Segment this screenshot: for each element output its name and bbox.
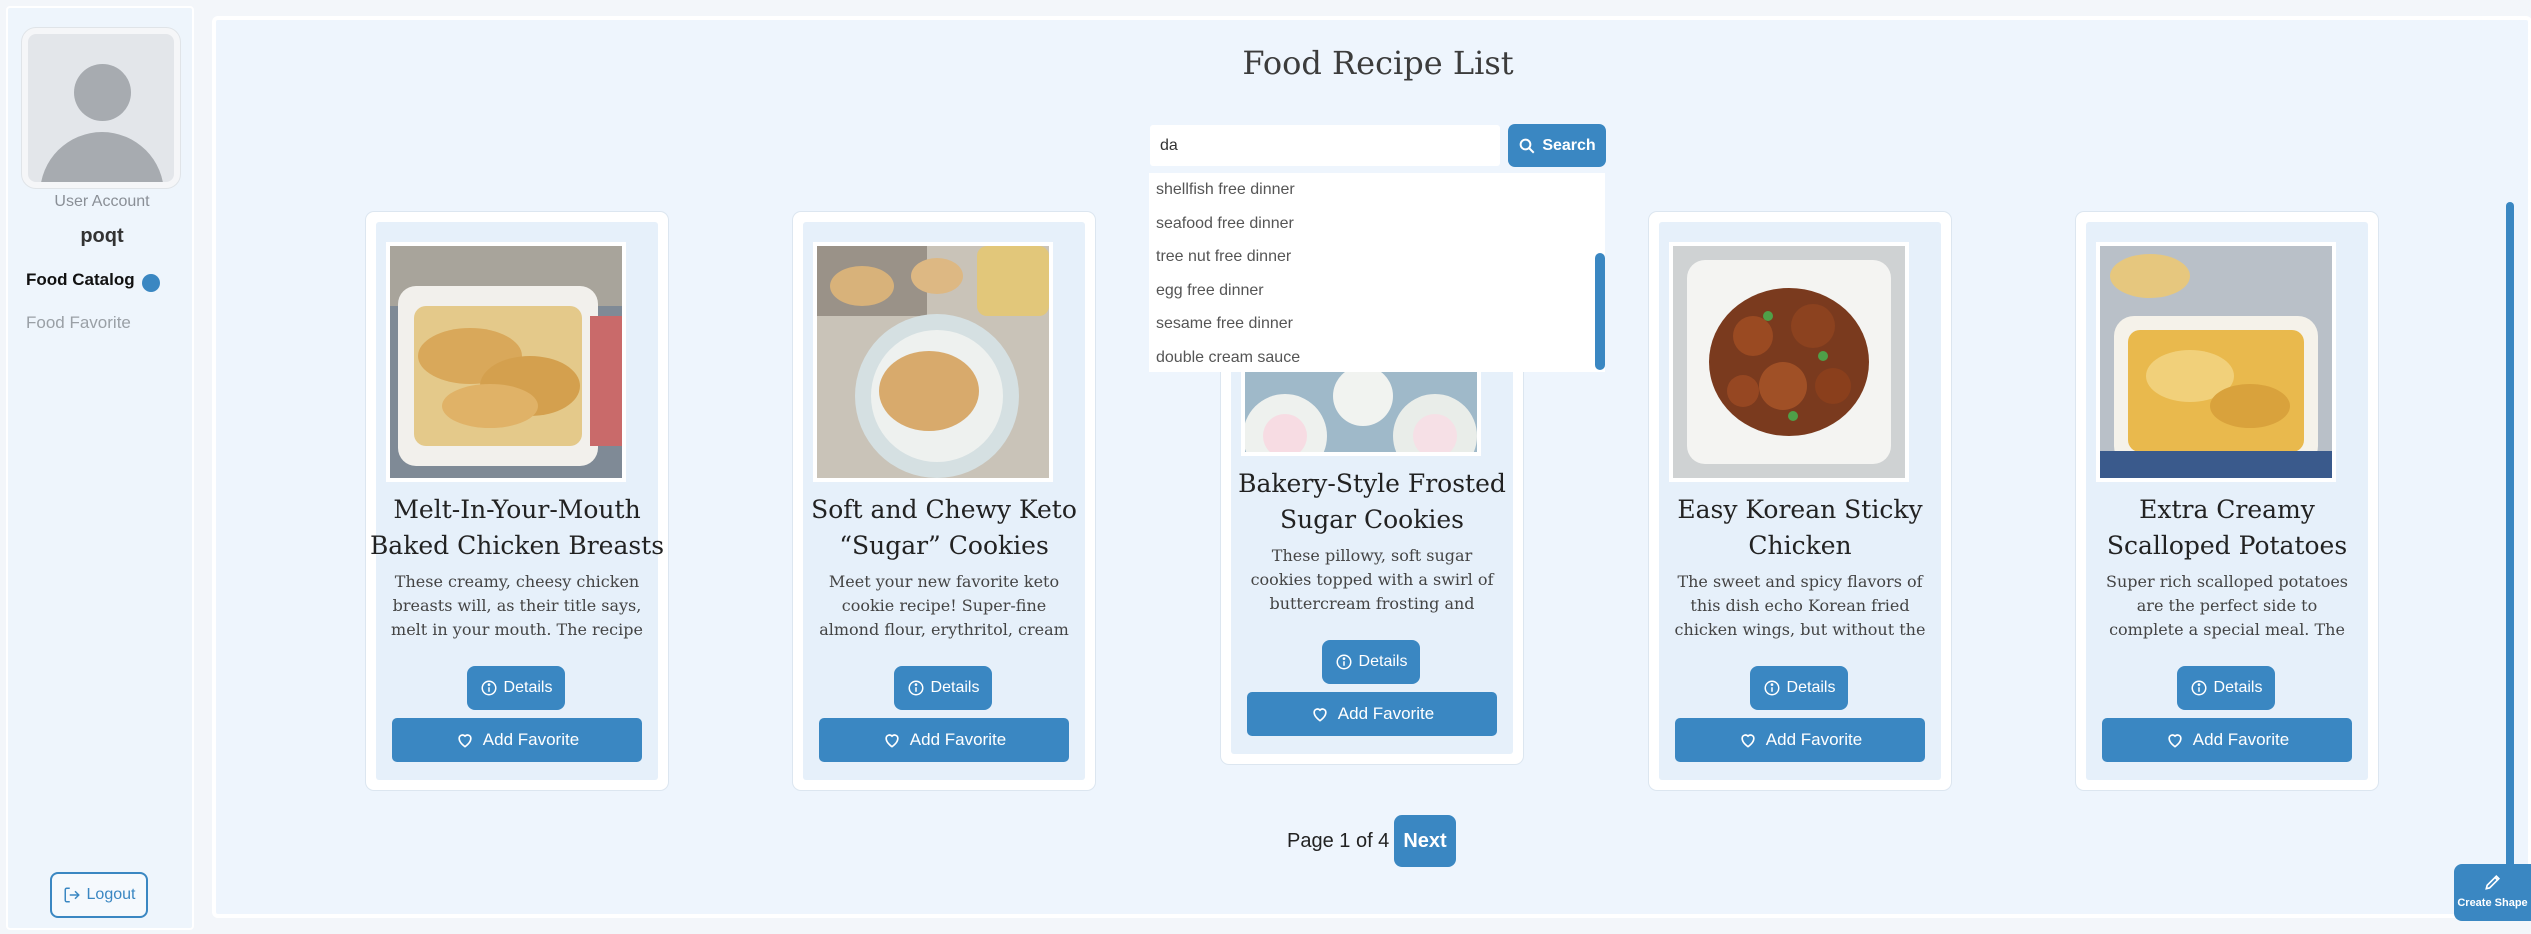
heart-icon [882, 730, 902, 750]
recipe-description: Meet your new favorite keto cookie recip… [819, 572, 1069, 639]
create-shape-button[interactable]: Create Shape [2454, 864, 2531, 921]
recipe-image [386, 242, 626, 482]
recipe-image [1669, 242, 1909, 482]
recipe-title: Extra Creamy Scalloped Potatoes [2106, 495, 2348, 560]
add-favorite-button[interactable]: Add Favorite [1247, 692, 1497, 736]
heart-icon [455, 730, 475, 750]
add-favorite-label: Add Favorite [1765, 730, 1863, 749]
account-label: User Account [54, 193, 150, 210]
username: poqt [80, 225, 124, 247]
info-icon [480, 679, 498, 697]
active-indicator-dot [142, 274, 160, 292]
user-avatar-icon [22, 28, 180, 188]
suggestion-item[interactable]: seafood free dinner [1149, 207, 1605, 241]
details-button[interactable]: Details [467, 666, 565, 710]
details-button[interactable]: Details [1322, 640, 1420, 684]
info-icon [1335, 653, 1353, 671]
recipe-title: Melt-In-Your-Mouth Baked Chicken Breasts [369, 495, 665, 560]
recipe-card: Extra Creamy Scalloped Potatoes Super ri… [2076, 212, 2378, 790]
search-button[interactable]: Search [1508, 124, 1606, 167]
logout-label: Logout [86, 886, 136, 903]
recipe-card: Melt-In-Your-Mouth Baked Chicken Breasts… [366, 212, 668, 790]
add-favorite-label: Add Favorite [1337, 704, 1435, 723]
add-favorite-button[interactable]: Add Favorite [392, 718, 642, 762]
heart-icon [2165, 730, 2185, 750]
sidebar-item-food-favorite[interactable]: Food Favorite [26, 313, 131, 333]
pagination-info: Page 1 of 4 [1287, 830, 1390, 852]
add-favorite-label: Add Favorite [2192, 730, 2290, 749]
add-favorite-button[interactable]: Add Favorite [2102, 718, 2352, 762]
recipe-image [813, 242, 1053, 482]
details-button[interactable]: Details [894, 666, 992, 710]
recipe-card: Easy Korean Sticky Chicken The sweet and… [1649, 212, 1951, 790]
heart-icon [1738, 730, 1758, 750]
details-label: Details [503, 679, 553, 696]
search-icon [1518, 137, 1536, 155]
create-shape-label: Create Shape [2457, 897, 2528, 909]
add-favorite-label: Add Favorite [482, 730, 580, 749]
recipe-title: Soft and Chewy Keto “Sugar” Cookies [811, 495, 1077, 560]
suggestion-item[interactable]: tree nut free dinner [1149, 240, 1605, 274]
suggestion-item[interactable]: egg free dinner [1149, 274, 1605, 308]
sidebar: User Account poqt Food Catalog Food Favo… [6, 6, 194, 930]
recipe-title: Easy Korean Sticky Chicken [1677, 495, 1923, 560]
recipe-description: Super rich scalloped potatoes are the pe… [2105, 572, 2349, 639]
info-icon [907, 679, 925, 697]
search-suggestions: shellfish free dinner seafood free dinne… [1149, 173, 1605, 372]
logout-icon [63, 886, 81, 904]
add-favorite-label: Add Favorite [909, 730, 1007, 749]
details-label: Details [1786, 679, 1836, 696]
add-favorite-button[interactable]: Add Favorite [819, 718, 1069, 762]
recipe-title: Bakery-Style Frosted Sugar Cookies [1238, 469, 1506, 534]
page-title: Food Recipe List [1242, 44, 1514, 82]
details-label: Details [930, 679, 980, 696]
suggestions-scrollbar[interactable] [1595, 253, 1605, 370]
details-label: Details [1358, 653, 1408, 670]
details-button[interactable]: Details [1750, 666, 1848, 710]
suggestion-item[interactable]: shellfish free dinner [1149, 173, 1605, 207]
suggestion-item[interactable]: double cream sauce [1149, 341, 1605, 375]
sidebar-item-food-catalog[interactable]: Food Catalog [26, 270, 135, 290]
page-scrollbar[interactable] [2506, 202, 2514, 912]
search-input[interactable] [1150, 125, 1500, 166]
pencil-icon [2483, 872, 2503, 892]
next-page-button[interactable]: Next [1394, 815, 1456, 867]
recipe-description: The sweet and spicy flavors of this dish… [1674, 572, 1926, 639]
logout-button[interactable]: Logout [50, 872, 148, 918]
suggestion-item[interactable]: sesame free dinner [1149, 307, 1605, 341]
info-icon [2190, 679, 2208, 697]
recipe-card: Soft and Chewy Keto “Sugar” Cookies Meet… [793, 212, 1095, 790]
add-favorite-button[interactable]: Add Favorite [1675, 718, 1925, 762]
details-button[interactable]: Details [2177, 666, 2275, 710]
search-button-label: Search [1542, 136, 1596, 154]
recipe-description: These creamy, cheesy chicken breasts wil… [391, 572, 643, 639]
details-label: Details [2213, 679, 2263, 696]
recipe-description: These pillowy, soft sugar cookies topped… [1250, 546, 1494, 613]
heart-icon [1310, 704, 1330, 724]
info-icon [1763, 679, 1781, 697]
recipe-image [2096, 242, 2336, 482]
